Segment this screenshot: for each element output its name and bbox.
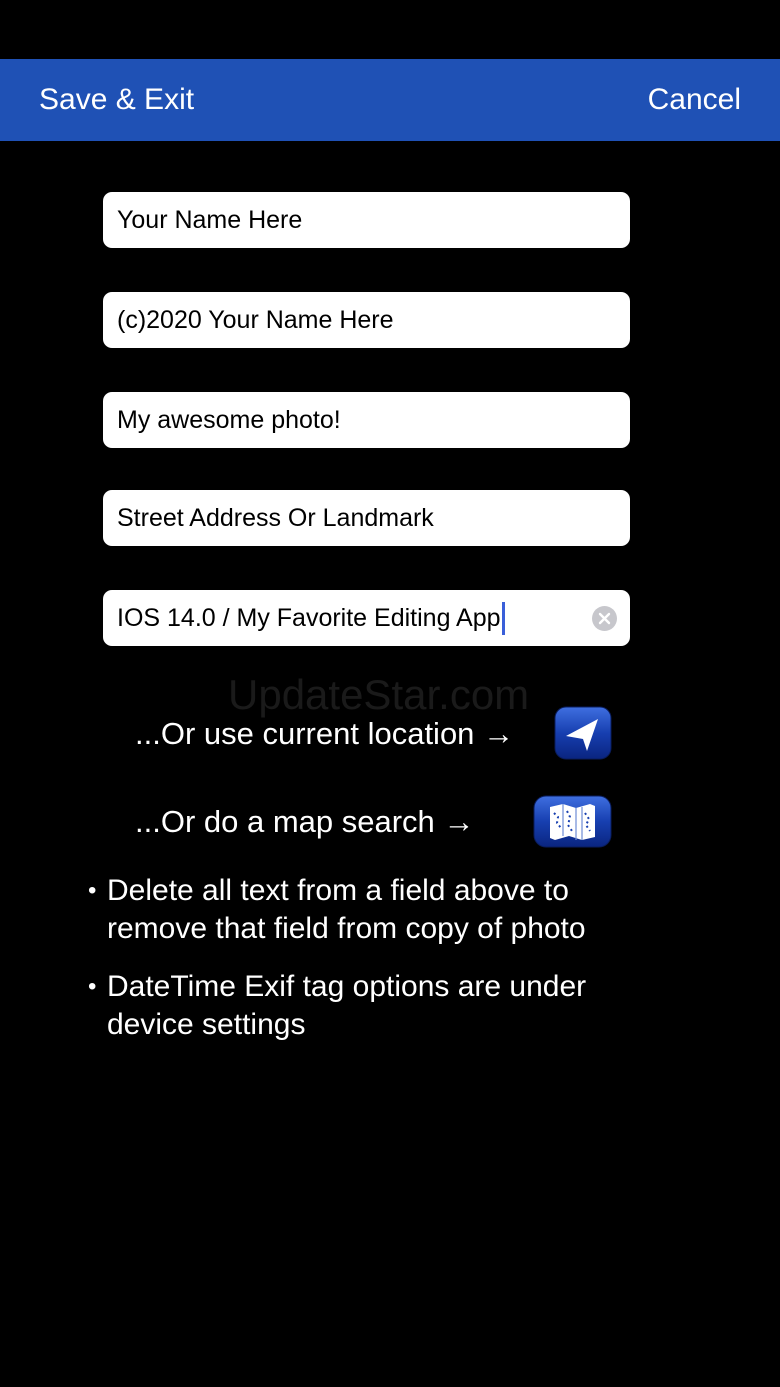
description-field[interactable] [103, 392, 630, 448]
note-delete-field: • Delete all text from a field above to … [88, 872, 648, 948]
map-search-label: ...Or do a map search → [135, 804, 475, 839]
copyright-field[interactable] [103, 292, 630, 348]
note-line: device settings [107, 1008, 306, 1041]
software-input[interactable]: IOS 14.0 / My Favorite Editing App [117, 604, 501, 633]
location-input[interactable] [117, 503, 616, 533]
clear-text-icon[interactable] [592, 606, 617, 631]
artist-input[interactable] [117, 205, 616, 235]
note-datetime-settings: • DateTime Exif tag options are under de… [88, 968, 648, 1044]
watermark-text: UpdateStar.com [228, 671, 530, 718]
location-field[interactable] [103, 490, 630, 546]
note-line: DateTime Exif tag options are under [107, 970, 587, 1003]
exif-editor-screen: Save & Exit Cancel IOS 14.0 / My Favorit… [0, 0, 780, 1387]
software-field[interactable]: IOS 14.0 / My Favorite Editing App [103, 590, 630, 646]
x-mark-icon [598, 612, 611, 625]
location-arrow-graphic [554, 706, 612, 760]
description-input[interactable] [117, 405, 616, 435]
navigation-bar: Save & Exit Cancel [0, 59, 780, 141]
map-graphic [533, 795, 612, 848]
note-line: remove that field from copy of photo [107, 912, 586, 945]
text-cursor [501, 601, 505, 635]
bullet-dot: • [88, 973, 97, 1000]
copyright-input[interactable] [117, 305, 616, 335]
current-location-label: ...Or use current location → [135, 716, 515, 751]
note-datetime-settings-text: DateTime Exif tag options are under devi… [107, 968, 586, 1044]
artist-field[interactable] [103, 192, 630, 248]
note-delete-field-text: Delete all text from a field above to re… [107, 872, 586, 948]
bullet-dot: • [88, 877, 97, 904]
location-arrow-icon[interactable] [554, 706, 612, 760]
map-icon[interactable] [533, 795, 612, 848]
save-exit-button[interactable]: Save & Exit [39, 85, 194, 115]
cancel-button[interactable]: Cancel [648, 85, 741, 115]
note-line: Delete all text from a field above to [107, 874, 569, 907]
